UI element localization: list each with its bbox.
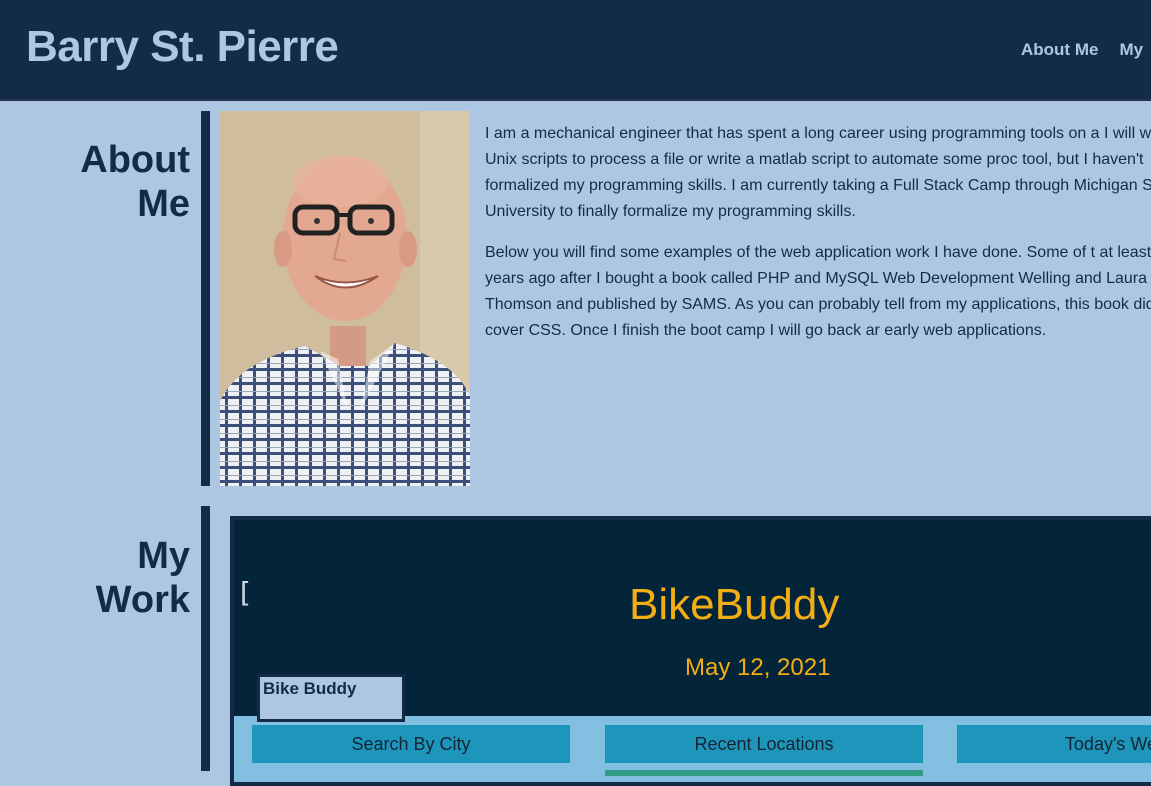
screenshot-tab-todays-weather: Today's Wea [957,725,1151,763]
screenshot-tab-recent-locations: Recent Locations [605,725,923,763]
nav-about-me[interactable]: About Me [1021,40,1098,60]
about-title-line1: About [80,139,190,181]
main-nav: About Me My [1021,40,1143,60]
work-title-line1: My [137,535,190,577]
profile-photo [220,111,470,486]
about-paragraph: Below you will find some examples of the… [485,244,1151,339]
project-card-bike-buddy[interactable]: [ BikeBuddy May 12, 2021 Search By City … [230,516,1151,786]
about-section-title: About Me [20,138,190,226]
about-divider [201,111,210,486]
about-text: I am a mechanical engineer that has spen… [485,121,1151,359]
screenshot-app-title: BikeBuddy [629,580,840,629]
profile-photo-image [220,111,470,486]
about-title-line2: Me [137,183,190,225]
work-title-line2: Work [95,579,190,621]
work-divider [201,506,210,771]
site-title[interactable]: Barry St. Pierre [26,22,339,72]
screenshot-bracket: [ [236,576,253,609]
screenshot-date: May 12, 2021 [685,654,831,681]
project-label[interactable]: Bike Buddy [257,674,405,722]
nav-my-work[interactable]: My [1119,40,1143,60]
project-screenshot-tabs: Search By City Recent Locations Today's … [234,716,1151,782]
screenshot-tab-search-city: Search By City [252,725,570,763]
about-paragraph: I am a mechanical engineer that has spen… [485,125,1151,220]
site-header: Barry St. Pierre About Me My [0,0,1151,101]
work-section-title: My Work [20,534,190,622]
